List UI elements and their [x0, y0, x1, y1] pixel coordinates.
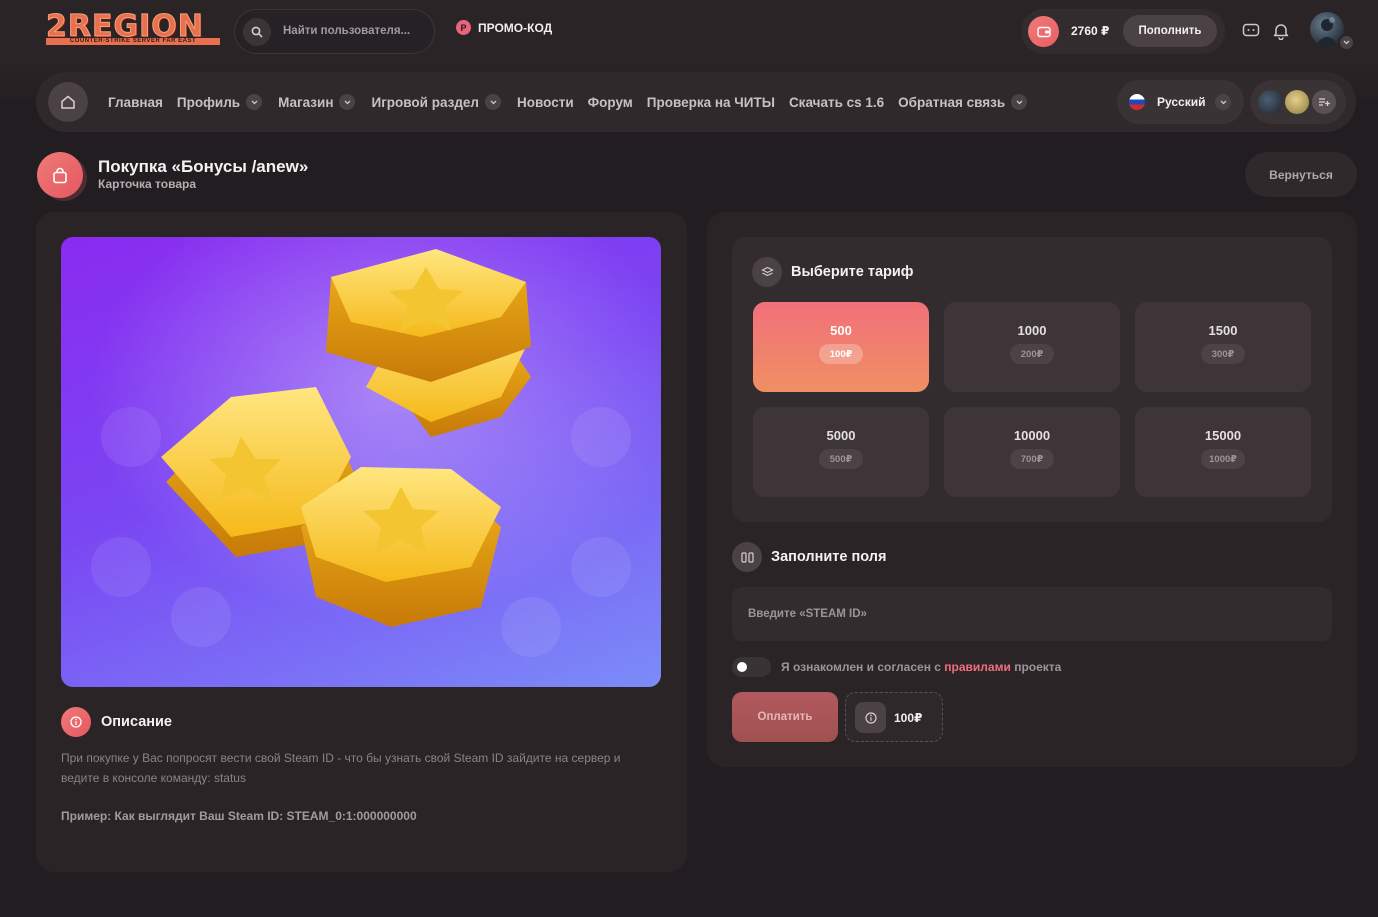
nav-item-label: Игровой раздел: [371, 94, 480, 110]
friend-avatar[interactable]: [1283, 88, 1311, 116]
chevron-down-icon: [339, 94, 356, 110]
nav-item-game-section[interactable]: Игровой раздел: [371, 94, 502, 110]
nav-item-download[interactable]: Скачать cs 1.6: [789, 95, 884, 110]
tariff-price: 500₽: [819, 449, 863, 469]
promo-icon: P: [456, 20, 471, 35]
product-image: [61, 237, 661, 687]
total-amount: 100₽: [894, 711, 923, 725]
page-subtitle: Карточка товара: [98, 177, 196, 191]
agreement-text-before: Я ознакомлен и согласен с: [781, 660, 945, 674]
chevron-down-icon: [485, 94, 502, 110]
page-title: Покупка «Бонусы /anew»: [98, 157, 309, 176]
agreement-text-after: проекта: [1010, 660, 1062, 674]
language-label: Русский: [1157, 95, 1206, 109]
nav-item-shop[interactable]: Магазин: [278, 94, 356, 110]
tariff-amount: 5000: [826, 428, 856, 443]
tariff-amount: 500: [830, 323, 852, 338]
online-friends[interactable]: [1250, 80, 1346, 124]
tariff-price: 1000₽: [1201, 449, 1245, 469]
description-example: Пример: Как выглядит Ваш Steam ID: STEAM…: [61, 809, 417, 823]
balance-widget: 2760 ₽ Пополнить: [1021, 9, 1225, 54]
tariff-price: 100₽: [819, 344, 863, 364]
tariff-amount: 10000: [1013, 428, 1051, 443]
add-friend-icon[interactable]: [1310, 88, 1338, 116]
balance-amount: 2760 ₽: [1071, 24, 1110, 38]
steam-id-input[interactable]: [732, 587, 1332, 641]
nav-item-label: Новости: [517, 94, 574, 110]
rules-link[interactable]: правилами: [944, 660, 1011, 674]
rules-agreement: Я ознакомлен и согласен с правилами прое…: [732, 657, 1061, 677]
tariff-option-1000[interactable]: 1000 200₽: [944, 302, 1120, 392]
search-input[interactable]: Найти пользователя...: [283, 25, 410, 37]
tariff-grid: 500 100₽ 1000 200₽ 1500 300₽ 5000 500₽ 1…: [753, 302, 1311, 497]
nav-item-label: Проверка на ЧИТЫ: [646, 94, 775, 110]
bell-icon[interactable]: [1272, 22, 1290, 40]
chat-icon[interactable]: [1242, 22, 1260, 40]
nav-item-cheat-check[interactable]: Проверка на ЧИТЫ: [647, 95, 775, 110]
agree-toggle[interactable]: [732, 657, 771, 677]
nav-item-label: Профиль: [176, 94, 241, 110]
tariff-section: Выберите тариф 500 100₽ 1000 200₽ 1500 3…: [732, 237, 1332, 522]
nav-item-label: Скачать cs 1.6: [788, 94, 885, 110]
description-title: Описание: [101, 714, 172, 730]
logo-subtext: COUNTER-STRIKE SERVER FAR EAST: [46, 38, 220, 45]
chevron-down-icon[interactable]: [1338, 34, 1355, 51]
tariff-amount: 1000: [1017, 323, 1047, 338]
nav-item-news[interactable]: Новости: [517, 95, 574, 110]
tariff-option-1500[interactable]: 1500 300₽: [1135, 302, 1311, 392]
total-price: 100₽: [845, 692, 943, 742]
home-icon: [61, 95, 75, 109]
topup-button[interactable]: Пополнить: [1123, 15, 1217, 47]
tariff-price: 300₽: [1201, 344, 1245, 364]
layers-icon: [752, 257, 782, 287]
friend-avatar[interactable]: [1256, 88, 1284, 116]
nav-item-label: Магазин: [278, 94, 334, 110]
tariff-amount: 1500: [1208, 323, 1238, 338]
nav-item-feedback[interactable]: Обратная связь: [898, 94, 1028, 110]
nav-links: Главная Профиль Магазин Игровой раздел Н…: [108, 72, 1028, 132]
nav-item-forum[interactable]: Форум: [588, 95, 633, 110]
home-button[interactable]: [48, 82, 88, 122]
site-logo[interactable]: 2REGION COUNTER-STRIKE SERVER FAR EAST: [46, 11, 220, 46]
shopping-bag-icon: [37, 152, 83, 198]
chevron-down-icon: [246, 94, 263, 110]
user-search[interactable]: Найти пользователя...: [234, 9, 435, 54]
wallet-icon: [1028, 16, 1059, 47]
main-nav: Главная Профиль Магазин Игровой раздел Н…: [36, 72, 1356, 132]
tariff-option-15000[interactable]: 15000 1000₽: [1135, 407, 1311, 497]
tariff-option-10000[interactable]: 10000 700₽: [944, 407, 1120, 497]
nav-item-home[interactable]: Главная: [108, 95, 163, 110]
form-fields-icon: [732, 542, 762, 572]
purchase-panel: Выберите тариф 500 100₽ 1000 200₽ 1500 3…: [707, 212, 1357, 767]
toggle-knob: [737, 662, 747, 672]
tariff-title: Выберите тариф: [791, 264, 914, 280]
tariff-price: 200₽: [1010, 344, 1054, 364]
nav-item-label: Обратная связь: [898, 94, 1006, 110]
chevron-down-icon: [1215, 94, 1231, 110]
description-text: При покупке у Вас попросят вести свой St…: [61, 751, 621, 785]
tariff-option-500[interactable]: 500 100₽: [753, 302, 929, 392]
back-button[interactable]: Вернуться: [1245, 152, 1357, 197]
nav-item-profile[interactable]: Профиль: [176, 94, 263, 110]
tariff-price: 700₽: [1010, 449, 1054, 469]
pay-button[interactable]: Оплатить: [732, 692, 838, 742]
language-selector[interactable]: Русский: [1117, 80, 1244, 124]
promo-code-button[interactable]: P ПРОМО-КОД: [456, 20, 552, 35]
fields-title: Заполните поля: [771, 549, 887, 565]
tariff-option-5000[interactable]: 5000 500₽: [753, 407, 929, 497]
search-icon: [243, 18, 271, 46]
nav-item-label: Форум: [587, 94, 633, 110]
nav-item-label: Главная: [108, 94, 163, 110]
chevron-down-icon: [1011, 94, 1028, 110]
info-icon: [855, 702, 886, 733]
info-icon: [61, 707, 91, 737]
product-card: Описание При покупке у Вас попросят вест…: [36, 212, 687, 872]
tariff-amount: 15000: [1204, 428, 1242, 443]
promo-label: ПРОМО-КОД: [478, 20, 553, 35]
russia-flag-icon: [1129, 94, 1145, 110]
agreement-text: Я ознакомлен и согласен с правилами прое…: [781, 660, 1061, 674]
